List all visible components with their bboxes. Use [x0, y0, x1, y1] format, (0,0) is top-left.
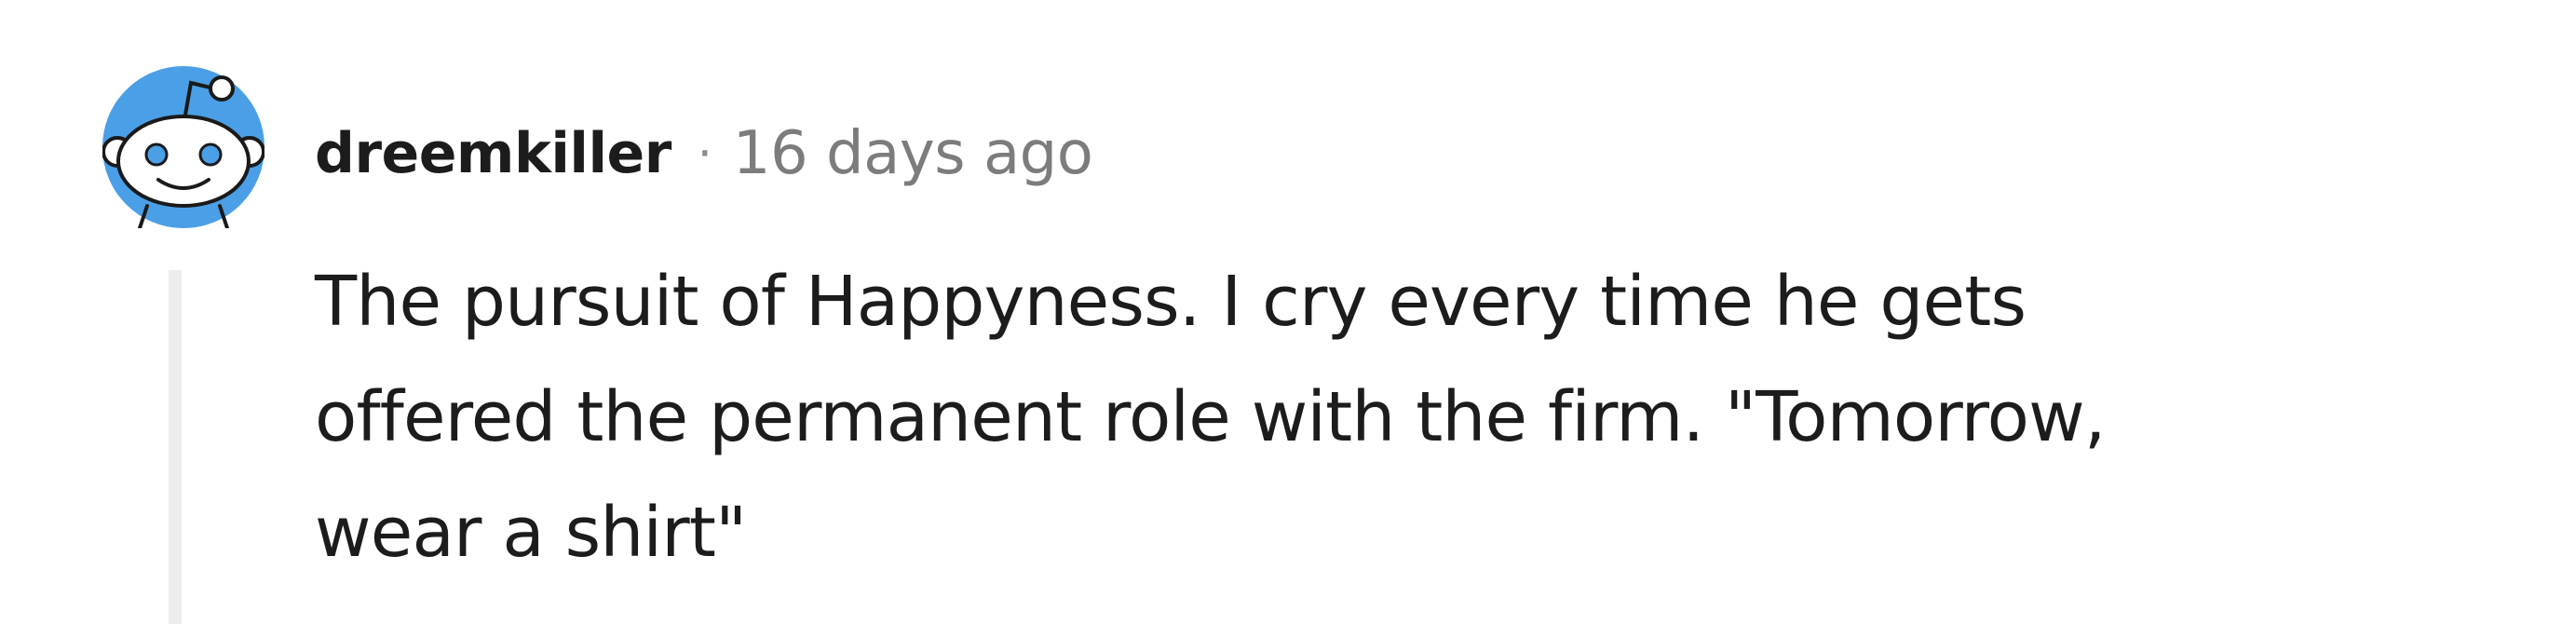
comment-line: offered the permanent role with the firm…	[315, 377, 2106, 457]
comment-body: The pursuit of Happyness. I cry every ti…	[315, 244, 2457, 590]
comment-line: wear a shirt"	[315, 493, 747, 573]
author-link[interactable]: dreemkiller	[315, 121, 671, 186]
comment-meta: dreemkiller · 16 days ago	[315, 112, 1093, 196]
thread-collapse-line[interactable]	[169, 270, 182, 624]
comment: dreemkiller · 16 days ago The pursuit of…	[0, 0, 2576, 624]
user-avatar[interactable]	[102, 66, 264, 228]
meta-separator: ·	[697, 127, 712, 181]
comment-line: The pursuit of Happyness. I cry every ti…	[315, 262, 2027, 342]
comment-timestamp[interactable]: 16 days ago	[733, 119, 1093, 188]
snoo-avatar-icon	[102, 66, 264, 228]
